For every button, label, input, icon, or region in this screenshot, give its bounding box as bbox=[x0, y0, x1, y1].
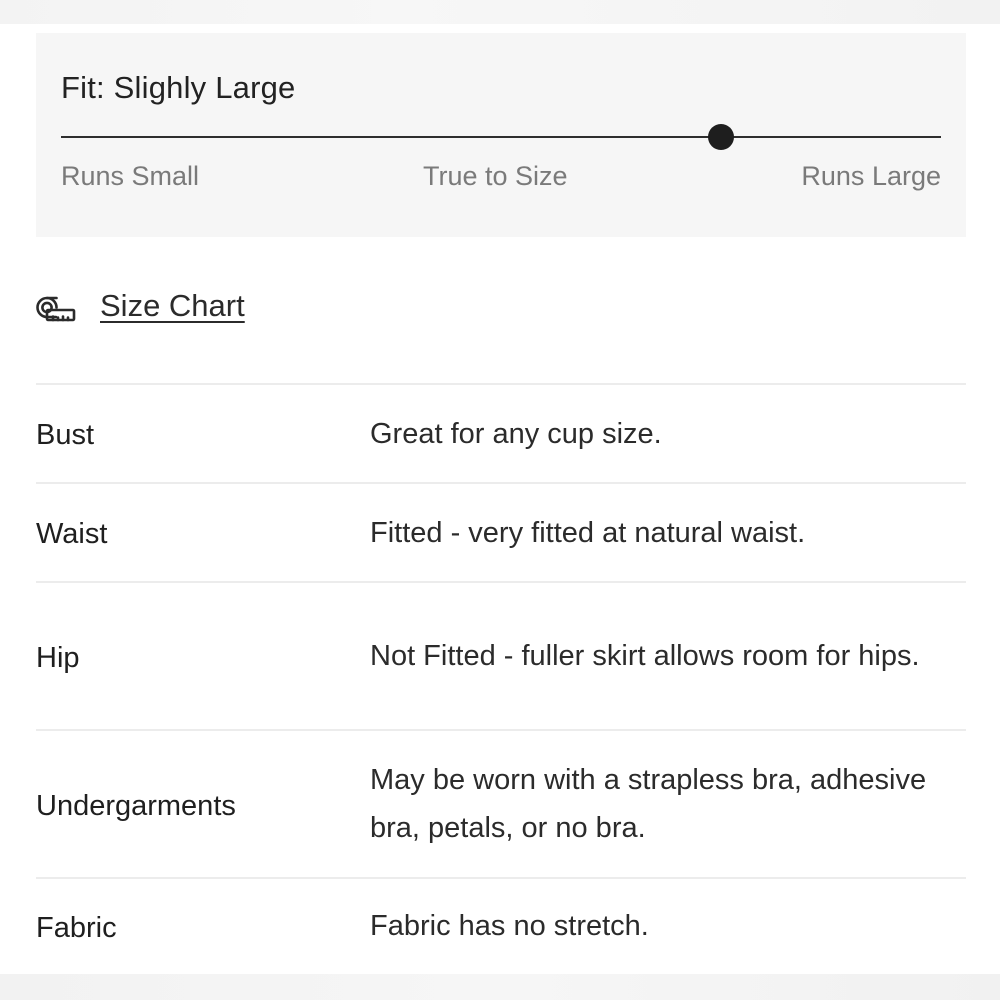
row-description: Not Fitted - fuller skirt allows room fo… bbox=[370, 640, 920, 672]
product-fit-section: Fit: Slighly Large Runs Small True to Si… bbox=[0, 0, 1000, 1000]
measuring-tape-icon bbox=[36, 296, 76, 322]
table-row: Undergarments May be worn with a straple… bbox=[36, 729, 966, 877]
table-row: Hip Not Fitted - fuller skirt allows roo… bbox=[36, 581, 966, 729]
fit-scale-track bbox=[61, 124, 941, 150]
row-description: Fitted - very fitted at natural waist. bbox=[370, 516, 806, 549]
row-description: Fabric has no stretch. bbox=[370, 910, 649, 942]
fit-label-true-to-size: True to Size bbox=[423, 161, 568, 191]
row-attribute: Undergarments bbox=[36, 789, 236, 822]
row-attribute: Waist bbox=[36, 518, 108, 550]
fit-label-runs-large: Runs Large bbox=[801, 161, 941, 191]
fit-title: Fit: Slighly Large bbox=[61, 70, 296, 105]
row-attribute: Hip bbox=[36, 641, 80, 674]
row-attribute: Bust bbox=[36, 419, 95, 451]
table-row: Bust Great for any cup size. bbox=[36, 383, 966, 482]
row-description: May be worn with a strapless bra, adhesi… bbox=[370, 764, 927, 844]
size-chart-label[interactable]: Size Chart bbox=[100, 288, 245, 324]
top-edge bbox=[0, 0, 1000, 24]
table-row: Waist Fitted - very fitted at natural wa… bbox=[36, 482, 966, 581]
bottom-edge bbox=[0, 974, 1000, 1000]
row-attribute: Fabric bbox=[36, 911, 117, 944]
table-row: Fabric Fabric has no stretch. bbox=[36, 877, 966, 973]
fit-scale-panel: Fit: Slighly Large Runs Small True to Si… bbox=[36, 33, 966, 237]
fit-scale-marker bbox=[708, 124, 734, 150]
row-description: Great for any cup size. bbox=[370, 417, 662, 450]
size-chart-link[interactable]: Size Chart bbox=[36, 286, 245, 326]
fit-details-table: Bust Great for any cup size. Waist Fitte… bbox=[36, 383, 966, 973]
fit-label-runs-small: Runs Small bbox=[61, 161, 200, 191]
